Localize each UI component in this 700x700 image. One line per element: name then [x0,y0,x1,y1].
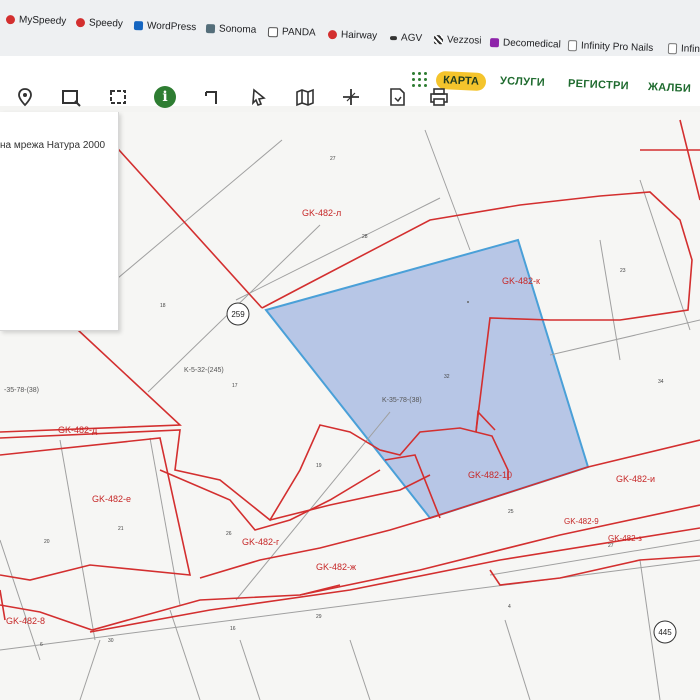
bookmark-label: MySpeedy [18,14,67,28]
bookmark-infinit[interactable]: Infinit [667,43,700,56]
parcel-number: 27 [330,156,336,162]
bookmark-label: Hairway [340,29,378,42]
parcel-number: 25 [508,509,514,515]
bookmark-label: Vezzosi [446,34,482,47]
parcel-number: 32 [444,374,450,380]
parcel-label: GK-482-9 [564,517,599,526]
speedy-icon [75,18,86,28]
rectangle-dashed-icon[interactable] [108,86,130,108]
decomedical-icon [489,38,500,48]
vezzosi-icon [433,35,444,45]
parcel-label: GK-482-к [502,276,540,286]
parcel-number: 30 [108,638,114,644]
bookmark-label: WordPress [146,20,197,34]
bookmark-label: PANDA [281,26,316,39]
parcel-number: 17 [232,383,238,389]
sonoma-icon [205,24,216,34]
parcel-number: 18 [160,303,166,309]
parcel-label: GK-482-л [302,208,341,218]
export-icon[interactable] [386,86,408,108]
hairway-icon [327,30,338,40]
parcel-number: 16 [230,626,236,632]
pointer-icon[interactable] [248,86,270,108]
parcel-number: 34 [658,379,664,385]
parcel-label: GK-482-д [58,425,98,435]
parcel-number: 29 [316,614,322,620]
bookmark-hairway[interactable]: Hairway [327,29,378,42]
parcel-label: K-35-78-(38) [382,397,422,404]
document-icon [667,43,678,55]
parcel-label: GK-482-г [242,537,280,547]
speedy-icon [5,15,16,25]
parcel-label: K-5-32-(245) [184,367,224,374]
parcel-number: 21 [118,526,124,532]
bookmark-vezzosi[interactable]: Vezzosi [433,34,482,47]
parcel-number: 27 [608,543,614,549]
print-icon[interactable] [428,86,450,108]
bookmark-panda[interactable]: PANDA [267,26,316,39]
parcel-label: GK-482-ж [316,562,356,572]
circle-label-259: 259 [226,302,250,326]
bookmark-label: Infinity Pro Nails [580,40,654,54]
wordpress-icon [133,21,144,31]
parcel-number: 20 [44,539,50,545]
info-panel: на мрежа Натура 2000 [0,112,119,331]
bookmarks-bar: MySpeedy Speedy WordPress Sonoma PANDA H… [0,0,700,57]
parcel-number: 26 [226,531,232,537]
document-icon [567,40,578,52]
map-toolbar: i [0,78,700,122]
bookmark-decomedical[interactable]: Decomedical [489,37,561,51]
bookmark-label: Sonoma [218,23,257,36]
parcel-number: 4 [508,604,511,610]
circle-label-text: 259 [231,310,245,319]
location-pin-icon[interactable] [14,86,36,108]
bookmark-speedy[interactable]: Speedy [75,17,124,30]
bookmark-agv[interactable]: AGV [389,32,423,45]
parcel-number: 28 [362,234,368,240]
parcel-label: GK-482-8 [6,616,45,626]
bookmark-label: AGV [400,32,423,45]
info-icon[interactable]: i [154,86,176,108]
bookmark-wordpress[interactable]: WordPress [133,20,197,34]
parcel-number: 19 [316,463,322,469]
parcel-label: GK-482-е [92,494,131,504]
bookmark-infinity-pro-nails[interactable]: Infinity Pro Nails [567,40,654,54]
info-panel-text: на мрежа Натура 2000 [0,140,106,151]
parcel-label: GK-482-з [608,534,642,543]
bookmark-label: Infinit [680,43,700,56]
map-layers-icon[interactable] [294,86,316,108]
parcel-label: GK-482-10 [468,470,512,480]
circle-label-text: 445 [658,628,672,637]
circle-label-445: 445 [653,620,677,644]
panda-icon [267,26,279,37]
parcel-number: 23 [620,268,626,274]
parcel-label: -35-78-(38) [4,387,39,394]
bookmark-sonoma[interactable]: Sonoma [205,23,257,36]
bookmark-label: Speedy [88,17,124,30]
bookmark-label: Decomedical [502,37,561,51]
measure-angle-icon[interactable] [202,86,224,108]
parcel-number: 6 [40,642,43,648]
agv-icon [389,35,398,40]
bookmark-myspeedy[interactable]: MySpeedy [5,14,67,28]
rectangle-select-icon[interactable] [60,86,82,108]
parcel-label: GK-482-и [616,474,655,484]
coordinate-axes-icon[interactable] [340,86,362,108]
